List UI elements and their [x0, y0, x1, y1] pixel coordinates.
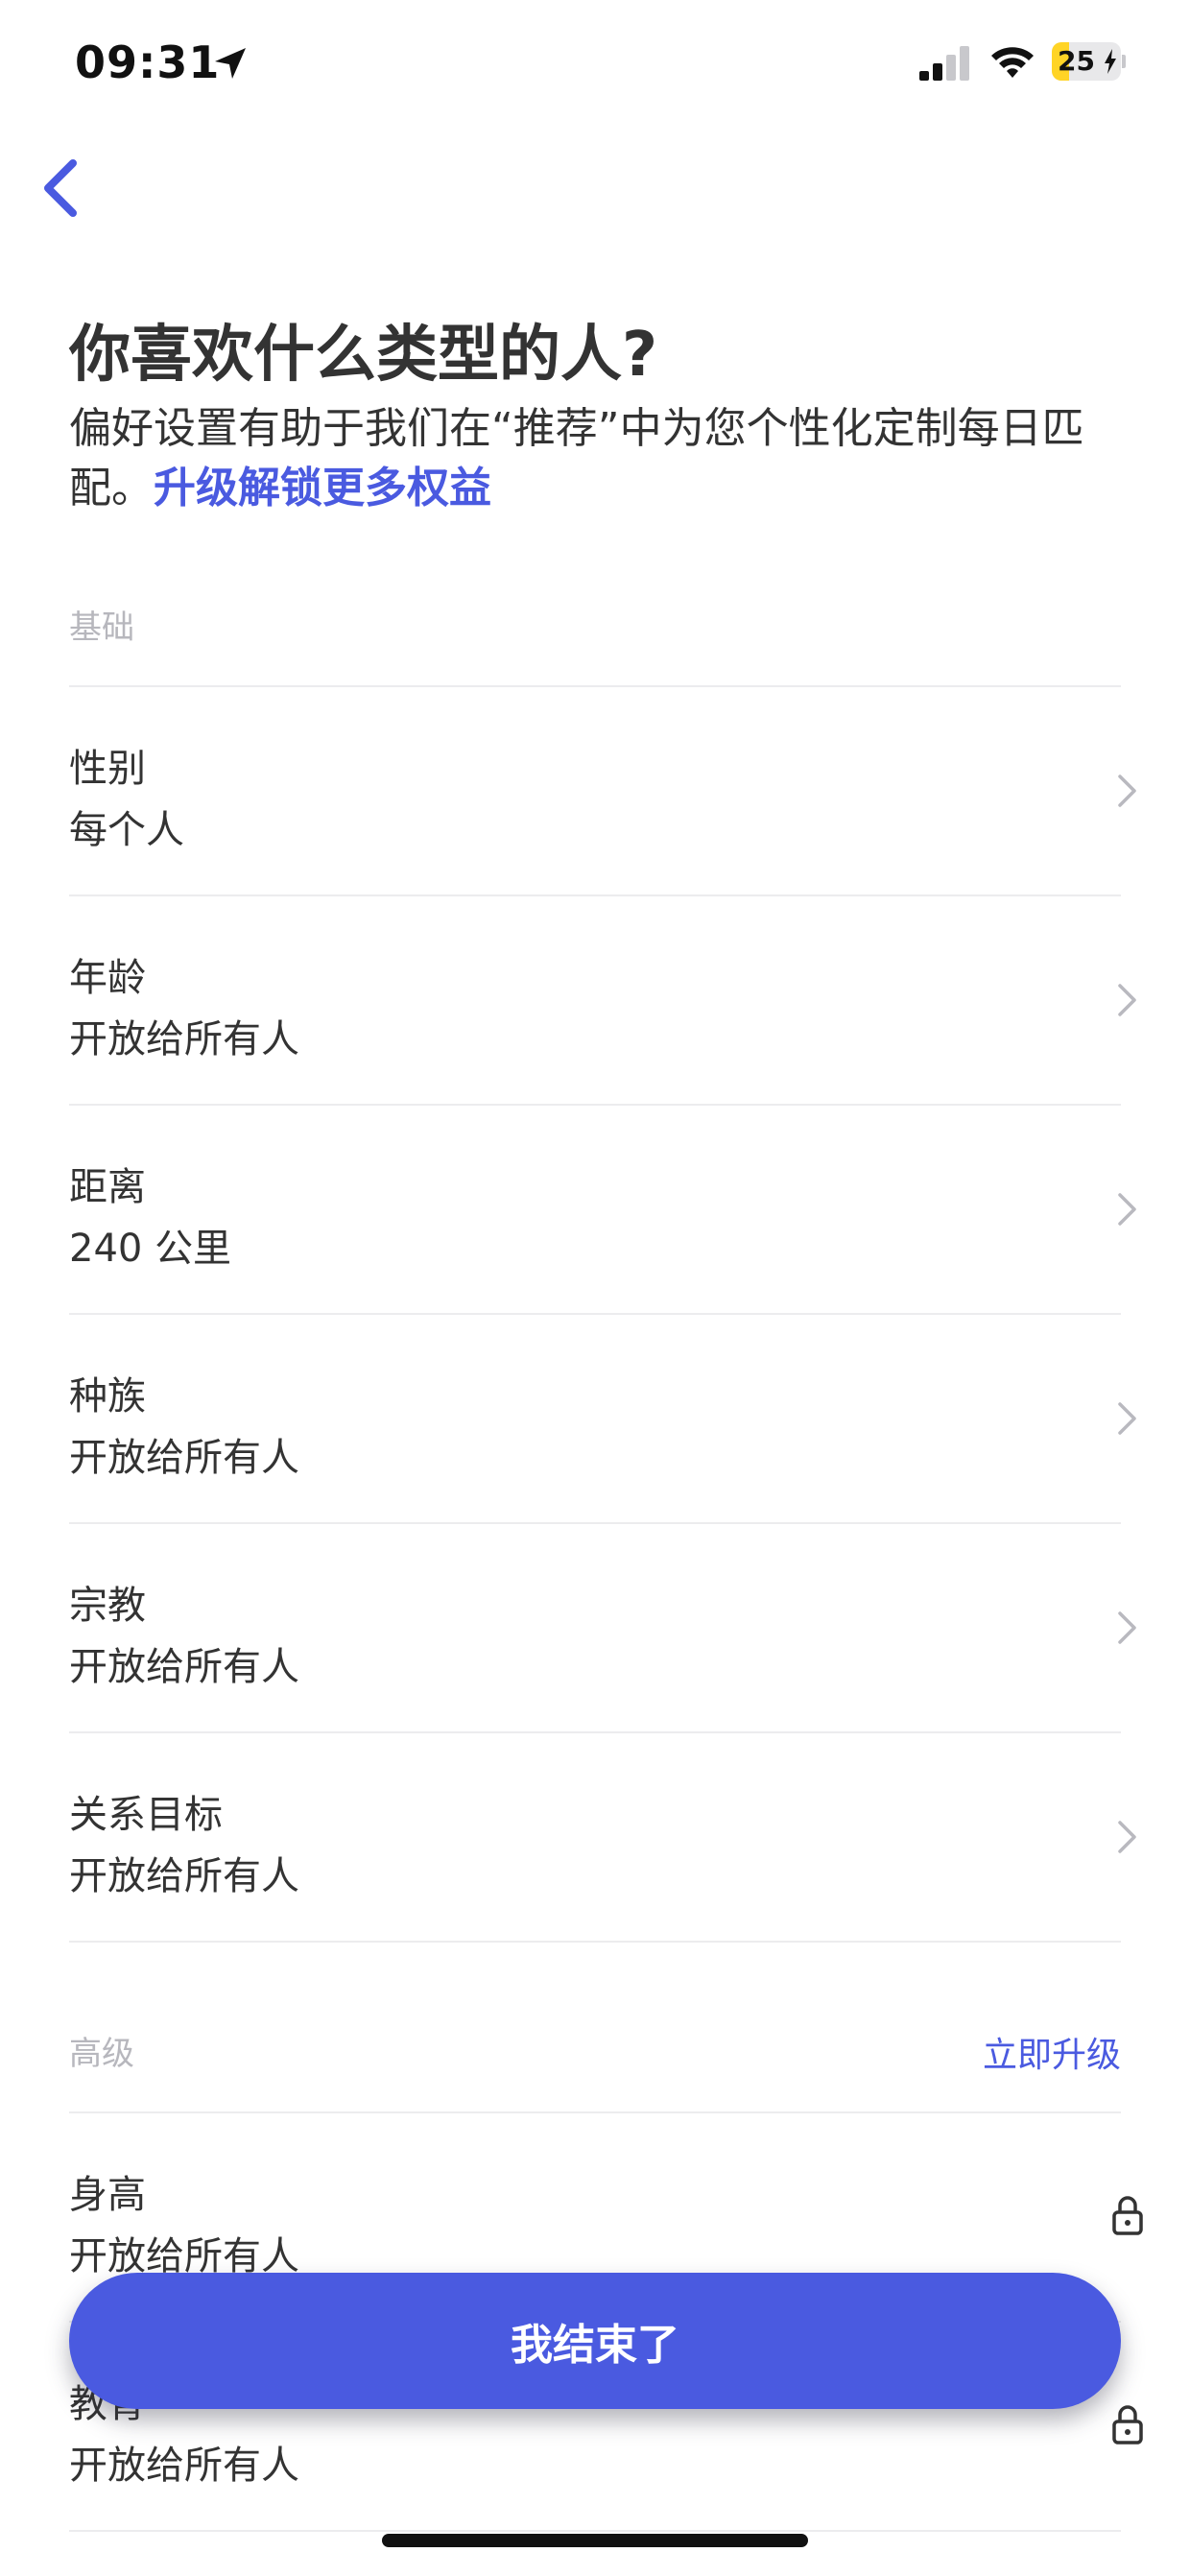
cellular-signal-icon — [919, 46, 969, 81]
wifi-icon — [991, 47, 1034, 78]
section-title-advanced: 高级 — [69, 2035, 134, 2073]
preference-row-religion[interactable]: 宗教 开放给所有人 — [69, 1524, 1152, 1731]
row-value: 240 公里 — [69, 1227, 232, 1271]
advanced-section-header: 高级 立即升级 — [69, 2027, 1121, 2085]
section-title-basic: 基础 — [69, 608, 134, 647]
preference-row-age[interactable]: 年龄 开放给所有人 — [69, 896, 1152, 1104]
chevron-right-icon — [1118, 984, 1136, 1016]
row-value: 开放给所有人 — [69, 1854, 299, 1898]
preference-row-relationship-goal[interactable]: 关系目标 开放给所有人 — [69, 1733, 1152, 1941]
location-arrow-icon — [215, 48, 246, 79]
row-value: 每个人 — [69, 808, 184, 852]
basic-section-header: 基础 — [69, 601, 1121, 658]
page-title: 你喜欢什么类型的人? — [69, 320, 658, 391]
preference-row-ethnicity[interactable]: 种族 开放给所有人 — [69, 1315, 1152, 1522]
row-label: 种族 — [69, 1374, 146, 1419]
row-label: 性别 — [69, 747, 146, 791]
upgrade-unlock-link[interactable]: 升级解锁更多权益 — [154, 464, 491, 513]
row-value: 开放给所有人 — [69, 1436, 299, 1480]
bolt-icon — [1105, 49, 1116, 74]
page-subtitle: 偏好设置有助于我们在“推荐”中为您个性化定制每日匹配。升级解锁更多权益 — [69, 399, 1115, 518]
done-button[interactable]: 我结束了 — [69, 2273, 1121, 2409]
status-bar: 09:31 25 — [0, 0, 1190, 134]
home-indicator — [382, 2534, 808, 2547]
lock-icon — [1112, 2405, 1143, 2445]
row-label: 距离 — [69, 1165, 146, 1209]
preferences-screen: 09:31 25 你喜欢什么类型的人? 偏好设置有助于我们在“推荐”中为您个性化… — [0, 0, 1190, 2576]
upgrade-now-link[interactable]: 立即升级 — [983, 2027, 1121, 2077]
row-label: 身高 — [69, 2173, 146, 2217]
battery-percentage: 25 — [1058, 45, 1095, 77]
chevron-right-icon — [1118, 1402, 1136, 1435]
chevron-right-icon — [1118, 1611, 1136, 1644]
status-time: 09:31 — [75, 36, 221, 88]
battery-charging-icon: 25 — [1052, 42, 1126, 81]
back-button[interactable] — [35, 152, 96, 225]
row-label: 年龄 — [69, 956, 146, 1000]
chevron-right-icon — [1118, 1821, 1136, 1853]
row-value: 开放给所有人 — [69, 1645, 299, 1689]
preference-row-distance[interactable]: 距离 240 公里 — [69, 1106, 1152, 1313]
divider — [69, 2530, 1121, 2532]
row-value: 开放给所有人 — [69, 2444, 299, 2488]
divider — [69, 1941, 1121, 1943]
row-value: 开放给所有人 — [69, 1017, 299, 1061]
lock-icon — [1112, 2196, 1143, 2235]
chevron-right-icon — [1118, 775, 1136, 807]
preference-row-gender[interactable]: 性别 每个人 — [69, 687, 1152, 894]
row-label: 关系目标 — [69, 1793, 223, 1837]
row-label: 宗教 — [69, 1584, 146, 1628]
chevron-right-icon — [1118, 1193, 1136, 1226]
